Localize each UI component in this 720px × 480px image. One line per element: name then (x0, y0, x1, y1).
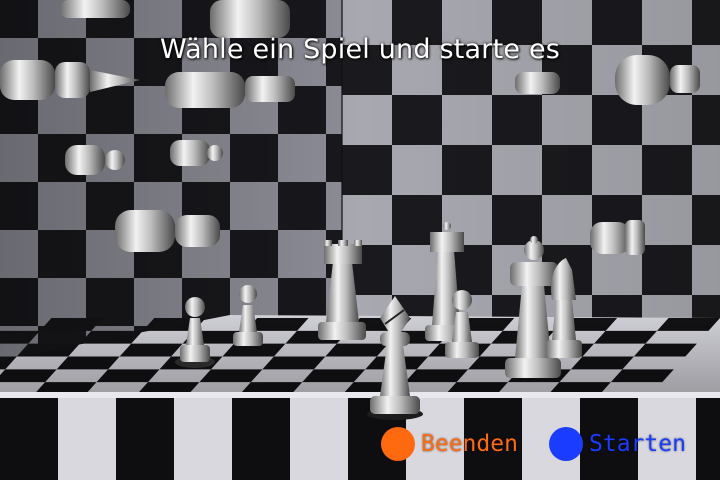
wall-piece-7 (590, 220, 645, 255)
screen-title: Wähle ein Spiel und starte es (159, 34, 561, 65)
wall-piece-5 (115, 210, 220, 252)
orange-circle-icon (381, 427, 415, 461)
chess-scene-background (0, 0, 720, 480)
quit-button[interactable]: Beenden (381, 426, 518, 462)
game-menu-screen: Wähle ein Spiel und starte es Beenden St… (0, 0, 720, 480)
blue-circle-icon (549, 427, 583, 461)
start-button[interactable]: Starten (549, 426, 686, 462)
start-button-label: Starten (589, 431, 686, 457)
quit-button-label: Beenden (421, 431, 518, 457)
